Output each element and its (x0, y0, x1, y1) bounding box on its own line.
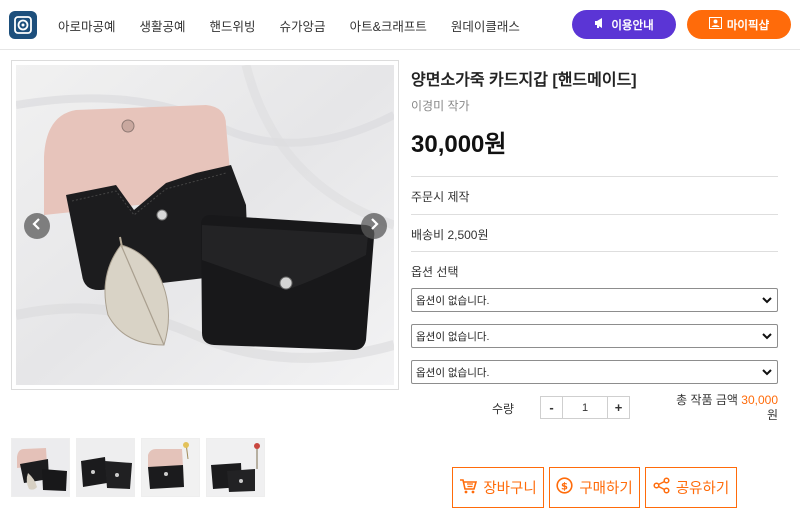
production-info: 주문시 제작 (411, 190, 470, 204)
nav-item-aroma[interactable]: 아로마공예 (58, 16, 116, 35)
next-image-button[interactable] (361, 213, 387, 239)
chevron-down-icon (761, 330, 773, 345)
total-unit: 원 (766, 408, 778, 422)
share-icon (653, 477, 670, 498)
myshop-button[interactable]: 마이픽샵 (687, 10, 791, 39)
nav-item-sugar[interactable]: 슈가앙금 (280, 16, 326, 35)
shipping-info: 배송비 2,500원 (411, 228, 489, 242)
quantity-minus-button[interactable]: - (541, 397, 563, 418)
total-amount: 30,000 (741, 393, 778, 407)
chevron-down-icon (761, 366, 773, 381)
thumbnail-2[interactable] (76, 438, 135, 497)
megaphone-icon (594, 17, 606, 32)
option-select-2[interactable]: 옵션이 없습니다. (411, 324, 778, 348)
thumbnail-list (11, 438, 265, 497)
chevron-left-icon (32, 217, 42, 235)
quantity-stepper: - 1 + (540, 396, 630, 419)
total-price: 총 작품 금액 30,000 원 (640, 393, 778, 423)
divider (411, 176, 778, 177)
product-main-image (11, 60, 399, 390)
buy-button[interactable]: $ 구매하기 (549, 467, 640, 508)
thumbnail-3[interactable] (141, 438, 200, 497)
quantity-input[interactable]: 1 (563, 397, 607, 418)
option-select-value: 옵션이 없습니다. (416, 330, 490, 343)
prev-image-button[interactable] (24, 213, 50, 239)
add-to-cart-button[interactable]: 장바구니 (452, 467, 544, 508)
thumbnail-1[interactable] (11, 438, 70, 497)
svg-text:$: $ (561, 481, 568, 492)
myshop-button-label: 마이픽샵 (726, 19, 770, 32)
chevron-right-icon (369, 217, 379, 235)
quantity-label: 수량 (492, 402, 515, 416)
nav-item-artcraft[interactable]: 아트&크래프트 (350, 16, 427, 35)
nav-item-weaving[interactable]: 핸드위빙 (210, 16, 256, 35)
share-button[interactable]: 공유하기 (645, 467, 737, 508)
option-heading: 옵션 선택 (411, 265, 459, 279)
nav-item-oneday[interactable]: 원데이클래스 (451, 16, 520, 35)
guide-button-label: 이용안내 (611, 19, 654, 32)
product-photo (16, 65, 394, 385)
option-select-value: 옵션이 없습니다. (416, 366, 490, 379)
nav-item-living[interactable]: 생활공예 (140, 16, 186, 35)
divider (411, 214, 778, 215)
option-select-1[interactable]: 옵션이 없습니다. (411, 288, 778, 312)
product-title: 양면소가죽 카드지갑 [핸드메이드] (411, 72, 637, 89)
quantity-plus-button[interactable]: + (607, 397, 629, 418)
chevron-down-icon (761, 294, 773, 309)
buy-label: 구매하기 (579, 481, 633, 497)
shop-icon (708, 17, 722, 32)
divider (411, 251, 778, 252)
main-nav: 아로마공예 생활공예 핸드위빙 슈가앙금 아트&크래프트 원데이클래스 (58, 0, 544, 50)
product-author[interactable]: 이경미 작가 (411, 97, 470, 114)
cart-icon (459, 478, 478, 498)
thumbnail-4[interactable] (206, 438, 265, 497)
site-header: 아로마공예 생활공예 핸드위빙 슈가앙금 아트&크래프트 원데이클래스 이용안내… (0, 0, 800, 50)
product-price: 30,000원 (411, 131, 507, 158)
option-select-value: 옵션이 없습니다. (416, 294, 490, 307)
share-label: 공유하기 (675, 481, 730, 497)
dollar-icon: $ (556, 477, 573, 498)
guide-button[interactable]: 이용안내 (572, 10, 676, 39)
option-select-3[interactable]: 옵션이 없습니다. (411, 360, 778, 384)
total-label: 총 작품 금액 (676, 393, 738, 407)
logo-icon[interactable] (9, 11, 37, 39)
add-to-cart-label: 장바구니 (483, 481, 537, 497)
